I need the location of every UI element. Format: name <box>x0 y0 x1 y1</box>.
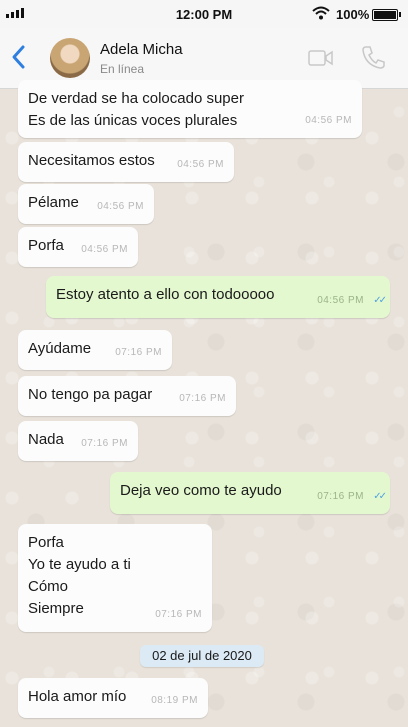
message-text: Hola amor mío <box>28 688 127 705</box>
message-list: De verdad se ha colocado super Es de las… <box>0 80 408 727</box>
message-bubble[interactable]: Nada 07:16 PM <box>18 421 138 461</box>
message-text: Nada <box>28 431 64 448</box>
message-time: 04:56 PM <box>317 295 364 306</box>
message-bubble[interactable]: Estoy atento a ello con todooooo 04:56 P… <box>46 276 390 318</box>
message-text: De verdad se ha colocado super Es de las… <box>28 90 244 129</box>
battery-icon <box>372 9 398 21</box>
message-time: 07:16 PM <box>155 609 202 620</box>
message-time: 08:19 PM <box>151 695 198 706</box>
avatar[interactable] <box>50 38 90 78</box>
message-bubble[interactable]: Pélame 04:56 PM <box>18 184 154 224</box>
message-text: Pélame <box>28 194 79 211</box>
contact-status: En línea <box>100 62 145 76</box>
message-text: Deja veo como te ayudo <box>120 482 282 499</box>
message-bubble[interactable]: No tengo pa pagar 07:16 PM <box>18 376 236 416</box>
message-bubble[interactable]: Porfa 04:56 PM <box>18 227 138 267</box>
phone-call-icon[interactable] <box>360 44 386 70</box>
date-separator: 02 de jul de 2020 <box>140 645 264 667</box>
message-bubble[interactable]: Hola amor mío 08:19 PM <box>18 678 208 718</box>
message-bubble[interactable]: Deja veo como te ayudo 07:16 PM ✓✓ <box>110 472 390 514</box>
read-ticks-icon: ✓✓ <box>373 295 387 306</box>
message-text: No tengo pa pagar <box>28 386 153 403</box>
message-text: Necesitamos estos <box>28 152 155 169</box>
chat-screen: 12:00 PM 100% Adela Micha En línea De ve… <box>0 0 408 727</box>
message-time: 04:56 PM <box>81 244 128 255</box>
contact-name[interactable]: Adela Micha <box>100 41 183 58</box>
video-call-icon[interactable] <box>308 49 334 67</box>
message-bubble[interactable]: Necesitamos estos 04:56 PM <box>18 142 234 182</box>
message-text: Estoy atento a ello con todooooo <box>56 286 275 303</box>
message-bubble[interactable]: Porfa Yo te ayudo a ti Cómo Siempre 07:1… <box>18 524 212 632</box>
message-bubble[interactable]: De verdad se ha colocado super Es de las… <box>18 80 362 138</box>
status-bar: 12:00 PM 100% <box>0 0 408 28</box>
message-time: 07:16 PM <box>179 393 226 404</box>
message-time: 04:56 PM <box>97 201 144 212</box>
message-time: 04:56 PM <box>177 159 224 170</box>
message-time: 07:16 PM <box>81 438 128 449</box>
message-bubble[interactable]: Ayúdame 07:16 PM <box>18 330 172 370</box>
message-text: Porfa Yo te ayudo a ti Cómo Siempre <box>28 534 131 617</box>
message-time: 04:56 PM <box>305 115 352 126</box>
message-text: Porfa <box>28 237 64 254</box>
message-time: 07:16 PM <box>317 491 364 502</box>
read-ticks-icon: ✓✓ <box>373 491 387 502</box>
message-text: Ayúdame <box>28 340 92 357</box>
back-chevron-icon[interactable] <box>8 42 30 72</box>
battery-percent: 100% <box>336 7 370 22</box>
message-time: 07:16 PM <box>115 347 162 358</box>
wifi-icon <box>312 6 330 20</box>
